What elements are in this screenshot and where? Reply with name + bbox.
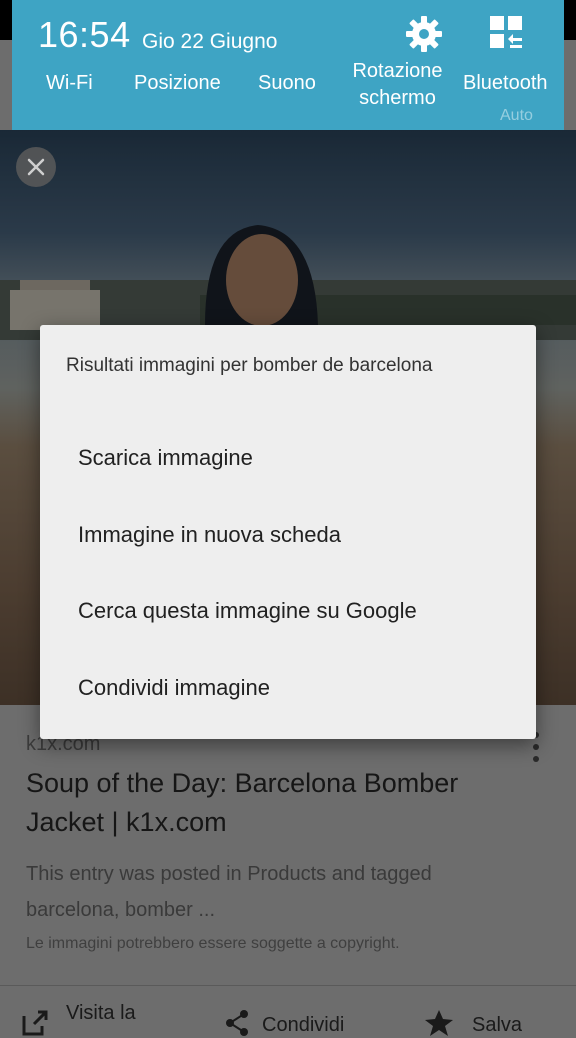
tile-wifi[interactable]: Wi-Fi xyxy=(46,72,93,95)
tile-rotation-line: Rotazione xyxy=(352,60,443,82)
share-icon[interactable] xyxy=(222,1008,252,1038)
copyright-notice: Le immagini potrebbero essere soggette a… xyxy=(26,935,400,952)
menu-item-open-new-tab[interactable]: Immagine in nuova scheda xyxy=(78,522,341,548)
divider xyxy=(0,985,576,986)
dialog-title: Risultati immagini per bomber de barcelo… xyxy=(66,355,433,376)
result-title[interactable]: Soup of the Day: Barcelona Bomber Jacket… xyxy=(26,764,526,842)
close-icon xyxy=(27,158,45,176)
settings-gear-icon[interactable] xyxy=(402,12,446,56)
clock: 16:54 xyxy=(38,14,131,55)
open-external-icon[interactable] xyxy=(20,1008,50,1038)
share-button[interactable]: Condividi xyxy=(262,1014,344,1037)
result-description: This entry was posted in Products and ta… xyxy=(26,863,432,921)
save-button[interactable]: Salva xyxy=(472,1014,522,1037)
menu-item-download-image[interactable]: Scarica immagine xyxy=(78,445,253,471)
date: Gio 22 Giugno xyxy=(142,30,278,53)
tile-sound[interactable]: Suono xyxy=(258,72,316,95)
tile-location[interactable]: Posizione xyxy=(134,72,221,95)
menu-item-share-image[interactable]: Condividi immagine xyxy=(78,675,270,701)
star-icon[interactable] xyxy=(424,1008,454,1038)
tile-rotation-line: schermo xyxy=(359,87,436,109)
tile-bluetooth[interactable]: Bluetooth xyxy=(463,72,548,95)
menu-item-search-image-google[interactable]: Cerca questa immagine su Google xyxy=(78,598,417,624)
visit-button[interactable]: Visita la xyxy=(66,1002,136,1025)
tile-rotation[interactable]: Rotazione schermo xyxy=(340,58,455,112)
quick-settings-panel: 16:54 Gio 22 Giugno Wi-Fi Posizione Suon… xyxy=(12,0,564,134)
context-menu-dialog: Risultati immagini per bomber de barcelo… xyxy=(40,325,536,739)
edit-tiles-icon[interactable] xyxy=(484,12,528,56)
close-button[interactable] xyxy=(16,147,56,187)
auto-brightness-label: Auto xyxy=(500,107,533,124)
